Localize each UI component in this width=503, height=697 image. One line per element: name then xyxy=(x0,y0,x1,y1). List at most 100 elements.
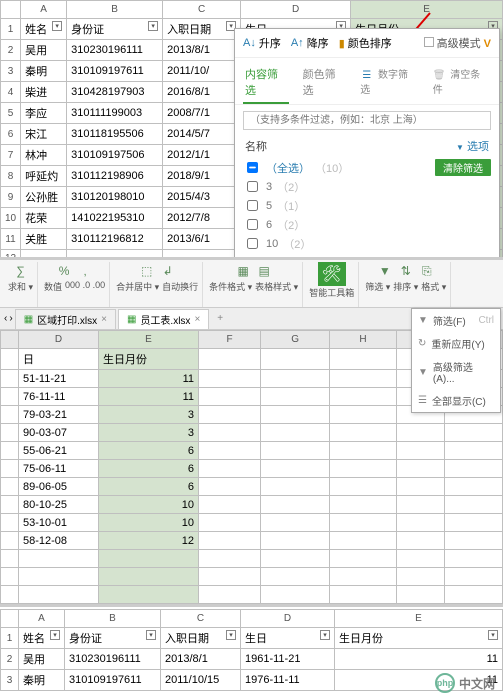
filter-value-item[interactable]: 5（1） xyxy=(243,196,491,215)
filter-icon[interactable]: ▾ xyxy=(52,21,62,31)
ribbon-group: ▼⇅⎘ 筛选 ▾排序 ▾格式 ▾ xyxy=(361,262,451,307)
filter-icon[interactable]: ▾ xyxy=(148,21,158,31)
col-H[interactable]: H xyxy=(330,331,397,349)
filter-icon[interactable]: ▾ xyxy=(50,630,60,640)
clear-conditions[interactable]: 🗑 清空条件 xyxy=(431,62,491,104)
ribbon-label[interactable]: 智能工具箱 xyxy=(309,286,354,299)
col-D[interactable]: D xyxy=(19,331,99,349)
advanced-mode-toggle[interactable]: 高级模式 V xyxy=(424,35,491,51)
ribbon-icon[interactable]: ⇅ xyxy=(397,262,415,280)
close-icon[interactable]: × xyxy=(194,314,200,325)
checkbox[interactable] xyxy=(247,219,258,230)
bottom-pane: A B C D E 1 姓名▾ 身份证▾ 入职日期▾ 生日▾ 生日月份▾ 2吴用… xyxy=(0,607,503,697)
table-row[interactable]: 90-03-073 xyxy=(1,424,503,442)
menu-item[interactable]: ▼高级筛选(A)... xyxy=(412,355,500,389)
ribbon-group: ∑求和 ▾ xyxy=(4,262,38,307)
filter-value-item[interactable]: （全选）（10）清除筛选 xyxy=(243,158,491,177)
menu-icon: ☰ xyxy=(418,395,427,406)
col-C[interactable]: C xyxy=(163,1,241,19)
table-row[interactable]: 3秦明3101091976112011/10/151976-11-1111 xyxy=(1,670,503,691)
checkbox[interactable] xyxy=(247,162,258,173)
watermark: php 中文网 xyxy=(435,673,495,693)
tabs-prev-icon[interactable]: ‹ xyxy=(4,313,7,324)
sort-asc-button[interactable]: A↓升序 xyxy=(243,35,281,51)
ribbon-icon[interactable]: ↲ xyxy=(159,262,177,280)
filter-values-list: （全选）（10）清除筛选3（2）5（1）6（2）10（2）11（2）12（1） xyxy=(235,156,499,260)
menu-item[interactable]: ☰全部显示(C) xyxy=(412,389,500,412)
filter-value-item[interactable]: 3（2） xyxy=(243,177,491,196)
table-row[interactable]: 53-10-0110 xyxy=(1,514,503,532)
menu-item[interactable]: ▼筛选(F)Ctrl xyxy=(412,309,500,332)
ribbon-icon[interactable]: ⬚ xyxy=(138,262,156,280)
col-A[interactable]: A xyxy=(19,610,65,628)
col-F[interactable]: F xyxy=(199,331,261,349)
ribbon-label[interactable]: 合并居中 ▾ xyxy=(116,280,159,293)
col-D[interactable]: D xyxy=(241,610,335,628)
ribbon-label[interactable]: 排序 ▾ xyxy=(393,280,418,293)
hdr-birth: 日 xyxy=(19,349,99,370)
col-B[interactable]: B xyxy=(67,1,163,19)
ribbon-label[interactable]: 筛选 ▾ xyxy=(365,280,390,293)
workbook-tab-1[interactable]: ▦区域打印.xlsx× xyxy=(15,309,116,329)
filter-icon[interactable]: ▾ xyxy=(226,630,236,640)
ribbon-icon[interactable]: 🛠 xyxy=(318,262,346,286)
ribbon-label[interactable]: 格式 ▾ xyxy=(421,280,446,293)
list-header-options[interactable]: ▼ 选项 xyxy=(456,138,489,154)
filter-value-item[interactable]: 6（2） xyxy=(243,215,491,234)
col-C[interactable]: C xyxy=(161,610,241,628)
table-row[interactable]: 89-06-056 xyxy=(1,478,503,496)
col-E[interactable]: E xyxy=(99,331,199,349)
checkbox[interactable] xyxy=(247,238,258,249)
grid-bottom[interactable]: A B C D E 1 姓名▾ 身份证▾ 入职日期▾ 生日▾ 生日月份▾ 2吴用… xyxy=(0,609,503,691)
corner[interactable] xyxy=(1,610,19,628)
ribbon-label[interactable]: 条件格式 ▾ xyxy=(209,280,252,293)
col-E[interactable]: E xyxy=(335,610,503,628)
ribbon-label[interactable]: 000 .0 .00 xyxy=(65,280,105,293)
workbook-tab-2[interactable]: ▦员工表.xlsx× xyxy=(118,309,209,329)
ribbon-label[interactable]: 表格样式 ▾ xyxy=(255,280,298,293)
color-sort-button[interactable]: ▮颜色排序 xyxy=(339,35,392,51)
col-G[interactable]: G xyxy=(261,331,330,349)
tab-content-filter[interactable]: 内容筛选 xyxy=(243,62,289,104)
ribbon-icon[interactable]: ▼ xyxy=(376,262,394,280)
table-row[interactable]: 2吴用3102301961112013/8/11961-11-2111 xyxy=(1,649,503,670)
ribbon-icon[interactable]: ∑ xyxy=(12,262,30,280)
table-row[interactable]: 80-10-2510 xyxy=(1,496,503,514)
header-row[interactable]: 1 姓名▾ 身份证▾ 入职日期▾ 生日▾ 生日月份▾ xyxy=(1,628,503,649)
ribbon-icon[interactable]: ▦ xyxy=(234,262,252,280)
ribbon-icon[interactable]: ‚ xyxy=(76,262,94,280)
ribbon-icon[interactable]: ⎘ xyxy=(418,262,436,280)
ribbon-label[interactable]: 自动换行 xyxy=(162,280,198,293)
ribbon-icon[interactable]: % xyxy=(55,262,73,280)
table-row[interactable]: 55-06-216 xyxy=(1,442,503,460)
menu-item[interactable]: ↻重新应用(Y) xyxy=(412,332,500,355)
new-tab-button[interactable]: + xyxy=(211,313,229,324)
tab-number-filter[interactable]: ☰ 数字筛选 xyxy=(358,62,419,104)
clear-filter-button[interactable]: 清除筛选 xyxy=(435,159,491,176)
col-B[interactable]: B xyxy=(65,610,161,628)
tabs-next-icon[interactable]: › xyxy=(9,313,12,324)
filter-panel: A↓升序 A↑降序 ▮颜色排序 高级模式 V 内容筛选 颜色筛选 ☰ 数字筛选 … xyxy=(234,28,500,260)
ribbon-label[interactable]: 求和 ▾ xyxy=(8,280,33,293)
corner[interactable] xyxy=(1,1,21,19)
tab-color-filter[interactable]: 颜色筛选 xyxy=(301,62,347,104)
filter-icon[interactable]: ▾ xyxy=(146,630,156,640)
col-E[interactable]: E xyxy=(351,1,503,19)
hdr-id: 身份证 xyxy=(71,24,104,36)
close-icon[interactable]: × xyxy=(101,314,107,325)
filter-icon[interactable]: ▾ xyxy=(488,630,498,640)
table-row[interactable]: 75-06-116 xyxy=(1,460,503,478)
menu-icon: ▼ xyxy=(418,315,428,326)
filter-value-item[interactable]: 10（2） xyxy=(243,234,491,253)
sort-asc-icon: A↓ xyxy=(243,37,256,49)
col-D[interactable]: D xyxy=(241,1,351,19)
col-A[interactable]: A xyxy=(21,1,67,19)
checkbox[interactable] xyxy=(247,181,258,192)
table-row[interactable]: 58-12-0812 xyxy=(1,532,503,550)
checkbox[interactable] xyxy=(247,200,258,211)
ribbon-label[interactable]: 数值 xyxy=(44,280,62,293)
ribbon-icon[interactable]: ▤ xyxy=(255,262,273,280)
filter-search-input[interactable] xyxy=(243,111,491,130)
sort-desc-button[interactable]: A↑降序 xyxy=(291,35,329,51)
filter-icon[interactable]: ▾ xyxy=(320,630,330,640)
